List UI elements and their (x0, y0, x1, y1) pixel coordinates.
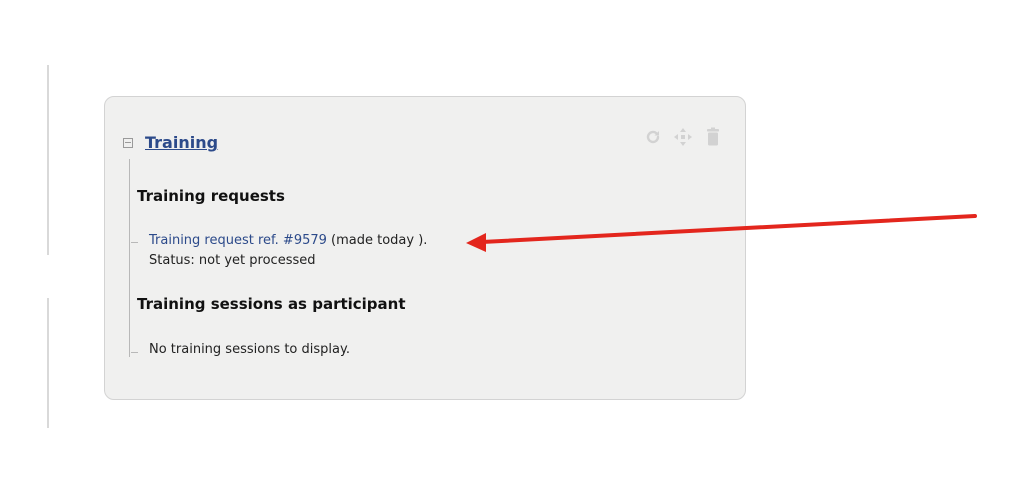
training-widget: Training Training requests Training requ… (104, 96, 746, 400)
tree-connector (129, 159, 130, 357)
training-request-date: (made today ). (326, 233, 428, 248)
left-divider-bottom (47, 298, 49, 428)
training-request-status: Status: not yet processed (149, 253, 316, 268)
training-request-item: Training request ref. #9579 (made today … (149, 231, 427, 271)
widget-header: Training (123, 133, 218, 152)
training-request-link[interactable]: Training request ref. #9579 (149, 233, 327, 248)
widget-tools (643, 127, 723, 147)
tree-tick (131, 352, 138, 353)
trash-icon[interactable] (703, 127, 723, 147)
no-sessions-message: No training sessions to display. (149, 342, 350, 357)
training-sessions-heading: Training sessions as participant (137, 295, 406, 313)
left-divider-top (47, 65, 49, 255)
collapse-icon[interactable] (123, 137, 133, 148)
training-requests-heading: Training requests (137, 187, 285, 205)
move-icon[interactable] (673, 127, 693, 147)
refresh-icon[interactable] (643, 127, 663, 147)
tree-tick (131, 242, 138, 243)
widget-title-link[interactable]: Training (145, 133, 218, 152)
